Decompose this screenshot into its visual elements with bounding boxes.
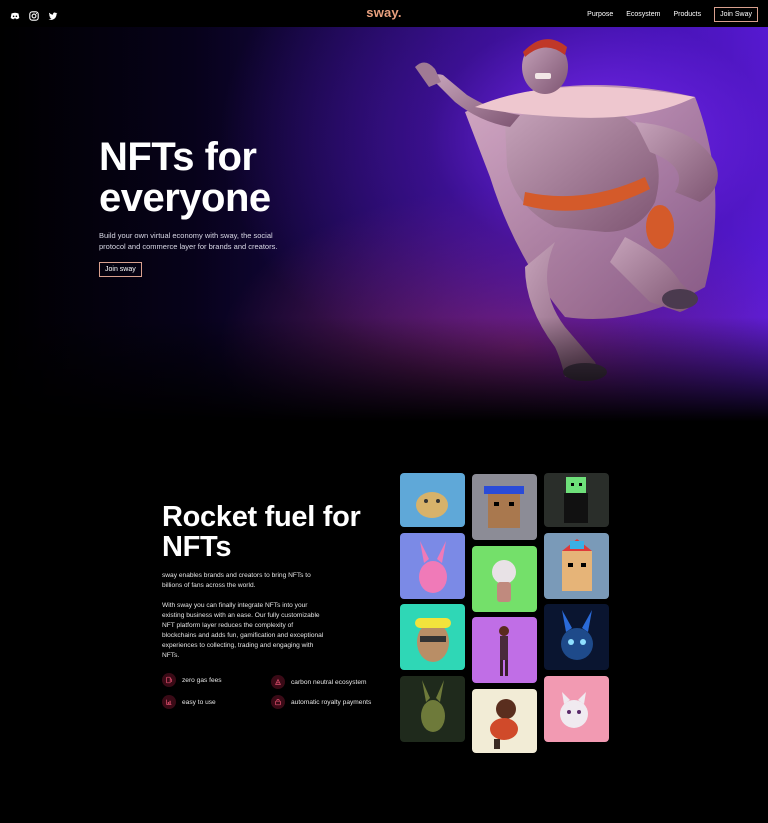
feature-carbon-neutral: carbon neutral ecosystem (271, 675, 367, 689)
nft-card-1[interactable] (400, 473, 465, 527)
hero-title-line-2: everyone (99, 176, 271, 220)
nft-card-8[interactable] (472, 689, 537, 753)
join-sway-hero-button[interactable]: Join sway (99, 262, 142, 277)
nft-card-6[interactable] (472, 546, 537, 612)
section-title-line-1: Rocket fuel for (162, 501, 361, 533)
hero-section: NFTs for everyone Build your own virtual… (0, 27, 768, 427)
nav-links: Purpose Ecosystem Products Join Sway (587, 7, 758, 22)
nft-card-12[interactable] (544, 676, 609, 742)
section-title-line-2: NFTs (162, 531, 232, 563)
nft-card-5[interactable] (472, 474, 537, 540)
feature-label: zero gas fees (182, 676, 222, 684)
feature-label: automatic royalty payments (291, 698, 372, 706)
hero-title-line-1: NFTs for (99, 135, 257, 179)
nft-card-7[interactable] (472, 617, 537, 683)
top-navigation: sway. Purpose Ecosystem Products Join Sw… (0, 0, 768, 27)
royalty-icon (271, 695, 285, 709)
nft-card-9[interactable] (544, 473, 609, 527)
nav-link-purpose[interactable]: Purpose (587, 11, 613, 18)
chart-icon (162, 695, 176, 709)
nft-card-10[interactable] (544, 533, 609, 599)
nav-link-products[interactable]: Products (673, 11, 701, 18)
nft-card-11[interactable] (544, 604, 609, 670)
nft-card-4[interactable] (400, 676, 465, 742)
hero-title: NFTs for everyone (99, 137, 271, 219)
hero-bottom-fade (0, 317, 768, 427)
gas-icon (162, 673, 176, 687)
feature-label: easy to use (182, 698, 216, 706)
nft-card-2[interactable] (400, 533, 465, 599)
section-title: Rocket fuel for NFTs (162, 502, 361, 562)
globe-icon (271, 675, 285, 689)
feature-royalty-payments: automatic royalty payments (271, 695, 371, 709)
section-intro-paragraph: sway enables brands and creators to brin… (162, 572, 311, 589)
section-detail-paragraph: With sway you can finally integrate NFTs… (162, 602, 324, 659)
nft-card-3[interactable] (400, 604, 465, 670)
feature-easy-to-use: easy to use (162, 695, 216, 709)
hero-subtitle: Build your own virtual economy with sway… (99, 231, 278, 251)
join-sway-button[interactable]: Join Sway (714, 7, 758, 22)
feature-label: carbon neutral ecosystem (291, 678, 367, 686)
feature-zero-gas-fees: zero gas fees (162, 673, 222, 687)
nav-link-ecosystem[interactable]: Ecosystem (626, 11, 660, 18)
